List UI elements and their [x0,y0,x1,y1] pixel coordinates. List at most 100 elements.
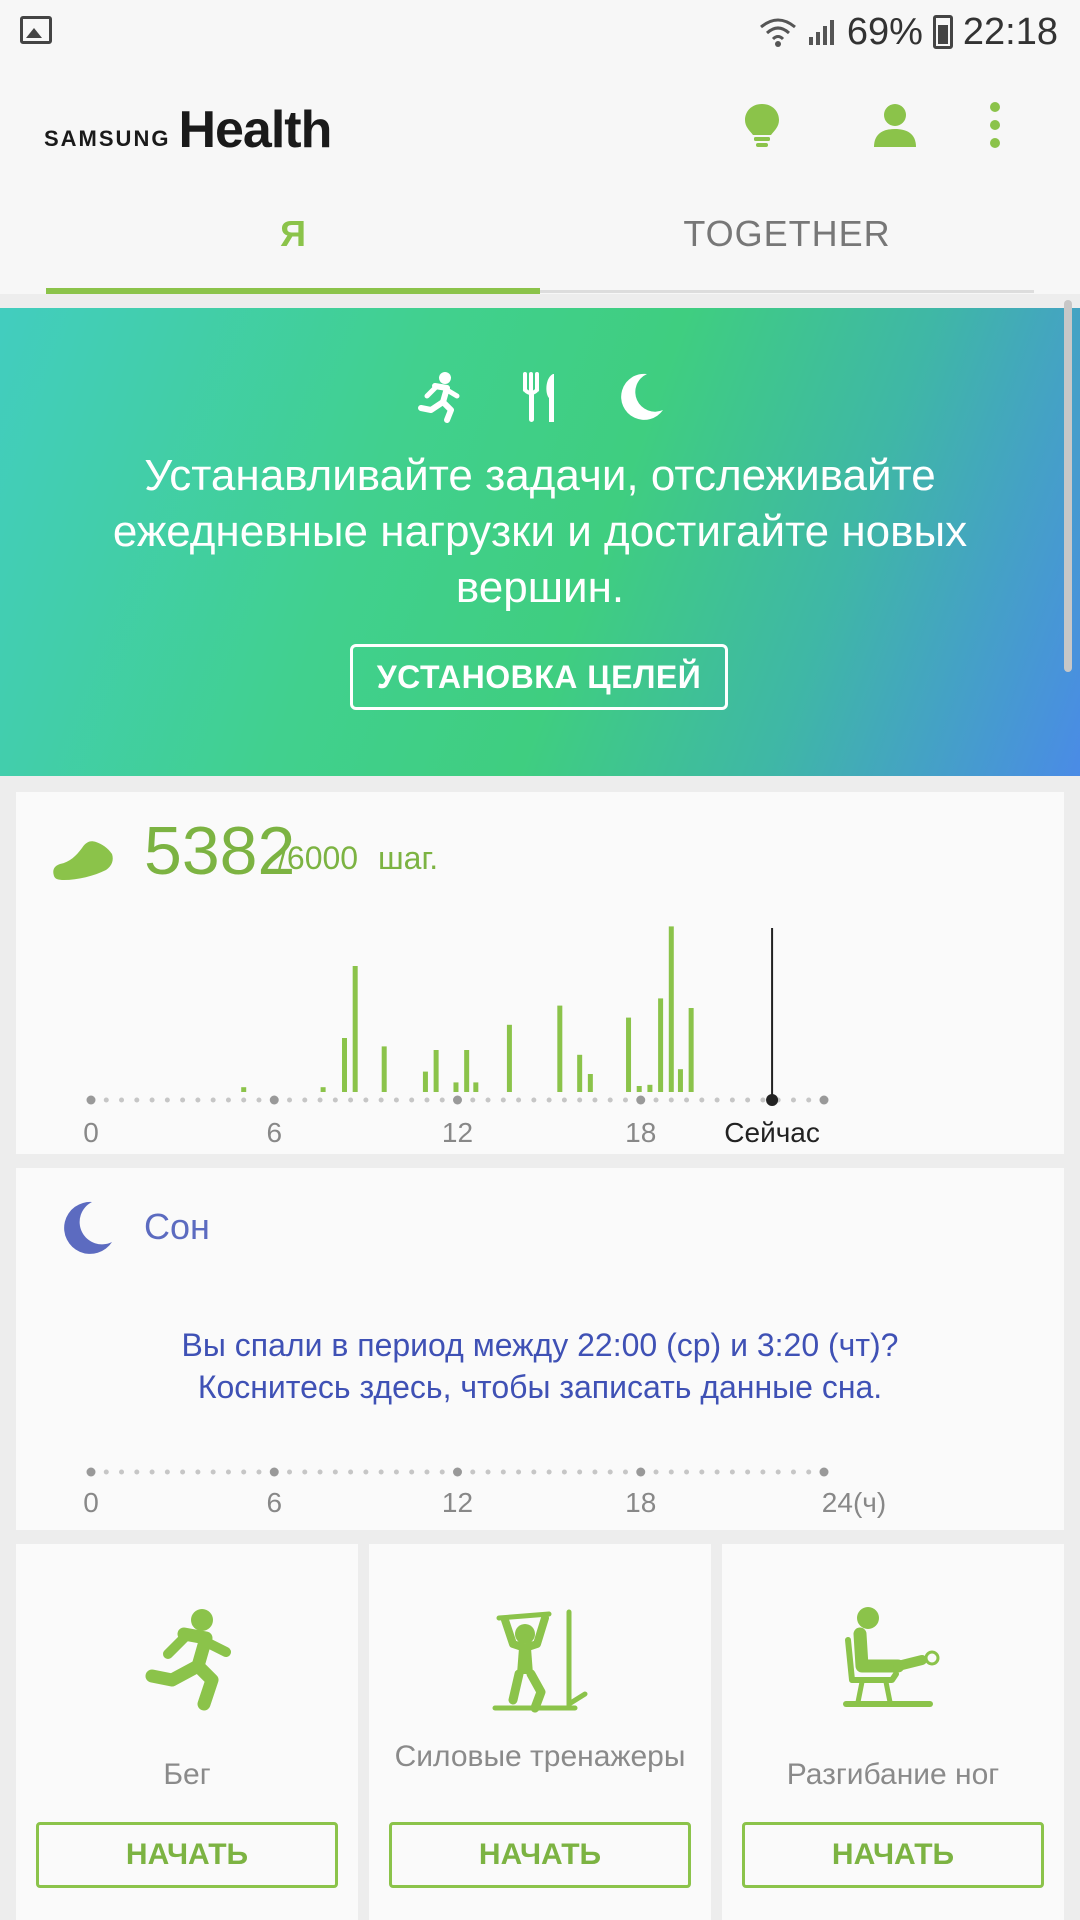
more-options-icon[interactable] [970,100,1020,150]
axis-major-tick [86,1095,96,1105]
sleep-timeline: 0 6 12 18 24(ч) [83,1467,886,1518]
axis-dot [500,1469,506,1475]
steps-chart: 0 6 12 18 Сейчас [83,926,829,1148]
steps-goal: /6000 [278,840,359,876]
axis-tick-label: 0 [83,1487,99,1518]
axis-tick-label: 18 [625,1117,656,1148]
exercise-card-strength[interactable]: Силовые тренажеры НАЧАТЬ [369,1544,711,1920]
axis-tick-label: 6 [266,1117,282,1148]
wifi-icon [759,18,796,47]
axis-dot [195,1097,201,1103]
axis-dot [577,1097,583,1103]
axis-dot [149,1097,155,1103]
steps-bar [688,1008,694,1092]
leg-extension-icon [843,1607,940,1707]
steps-count: 5382 [144,813,296,889]
axis-dot [760,1097,766,1103]
steps-bar [381,1046,387,1092]
steps-bar [453,1082,459,1092]
axis-major-tick [819,1467,829,1477]
axis-dot [745,1469,751,1475]
axis-dot [745,1097,751,1103]
steps-card[interactable]: 5382 /6000 шаг. 0 6 12 18 Сейчас [16,792,1064,1154]
profile-icon[interactable] [870,100,920,150]
start-strength-button[interactable]: НАЧАТЬ [389,1822,691,1888]
exercise-label: Бег [163,1758,211,1791]
tab-track [540,290,1034,293]
steps-bar [577,1054,583,1092]
axis-dot [577,1469,583,1475]
axis-dot [714,1469,720,1475]
axis-dot [287,1097,293,1103]
axis-dot [561,1469,567,1475]
start-running-button[interactable]: НАЧАТЬ [36,1822,338,1888]
steps-bar [241,1087,247,1092]
axis-end-label: 24(ч) [822,1487,886,1518]
steps-bar [341,1038,347,1092]
moon-icon [621,373,663,420]
axis-dot [409,1097,415,1103]
axis-dot [180,1469,186,1475]
battery-icon [932,15,953,49]
axis-major-tick [819,1095,829,1105]
axis-dot [516,1469,522,1475]
signal-icon [808,20,834,45]
steps-bar [422,1071,428,1092]
axis-dot [561,1097,567,1103]
axis-dot [592,1469,598,1475]
steps-unit: шаг. [378,840,439,876]
steps-bar [587,1074,593,1092]
axis-dot [256,1469,262,1475]
steps-bar [473,1082,479,1092]
steps-bar [433,1050,439,1092]
scrollbar-thumb[interactable] [1064,300,1072,672]
lightbulb-icon[interactable] [737,100,787,150]
steps-bar [636,1086,642,1092]
samsung-health-logo: SAMSUNG Health [44,100,332,160]
axis-dot [378,1469,384,1475]
food-icon [523,372,554,422]
axis-dot [210,1097,216,1103]
axis-tick-label: 0 [83,1117,99,1148]
axis-dot [241,1097,247,1103]
axis-dot [607,1097,613,1103]
axis-dot [439,1469,445,1475]
goal-banner[interactable]: Устанавливайте задачи, отслеживайте ежед… [0,308,1080,776]
tab-bar: Я TOGETHER [0,184,1080,294]
sleep-card[interactable]: Сон Вы спали в период между 22:00 (ср) и… [16,1168,1064,1530]
axis-dot [256,1097,262,1103]
axis-dot [775,1469,781,1475]
status-time: 22:18 [962,10,1058,53]
tab-me[interactable]: Я [46,184,540,284]
axis-dot [195,1469,201,1475]
steps-bar [557,1005,563,1092]
tab-together[interactable]: TOGETHER [540,184,1034,284]
exercise-card-leg-extension[interactable]: Разгибание ног НАЧАТЬ [722,1544,1064,1920]
axis-dot [103,1097,109,1103]
axis-dot [348,1469,354,1475]
sleep-title: Сон [144,1206,210,1247]
active-tab-indicator [46,288,540,294]
start-leg-extension-button[interactable]: НАЧАТЬ [742,1822,1044,1888]
axis-dot [119,1469,125,1475]
set-goals-button[interactable]: УСТАНОВКА ЦЕЛЕЙ [350,644,728,710]
axis-dot [149,1469,155,1475]
exercise-label: Силовые тренажеры [394,1740,686,1773]
axis-dot [806,1469,812,1475]
axis-dot [393,1097,399,1103]
axis-tick-label: 6 [266,1487,282,1518]
exercise-card-running[interactable]: Бег НАЧАТЬ [16,1544,358,1920]
axis-dot [729,1097,735,1103]
axis-dot [409,1469,415,1475]
axis-dot [164,1469,170,1475]
axis-dot [546,1469,552,1475]
now-marker-dot [766,1094,779,1106]
axis-dot [500,1097,506,1103]
sleep-message[interactable]: Вы спали в период между 22:00 (ср) и 3:2… [16,1324,1064,1408]
steps-bar [626,1017,632,1092]
axis-dot [668,1097,674,1103]
axis-dot [378,1097,384,1103]
banner-text: Устанавливайте задачи, отслеживайте ежед… [112,451,968,612]
axis-major-tick [269,1467,279,1477]
axis-dot [699,1097,705,1103]
